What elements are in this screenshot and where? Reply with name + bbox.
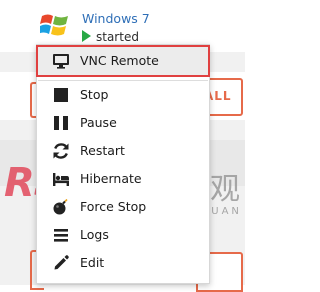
menu-item-label: Hibernate xyxy=(80,171,142,186)
menu-item-vnc-remote[interactable]: VNC Remote xyxy=(36,45,210,77)
menu-item-stop[interactable]: Stop xyxy=(38,81,208,109)
menu-item-label: Pause xyxy=(80,115,117,130)
menu-item-force-stop[interactable]: Force Stop xyxy=(38,193,208,221)
menu-item-label: Restart xyxy=(80,143,125,158)
windows-logo-icon xyxy=(40,14,68,36)
menu-item-edit[interactable]: Edit xyxy=(38,249,208,277)
menu-item-hibernate[interactable]: Hibernate xyxy=(38,165,208,193)
vm-name[interactable]: Windows 7 xyxy=(82,11,150,27)
bed-icon xyxy=(53,173,69,186)
vm-status-text: started xyxy=(96,30,139,44)
menu-item-label: Logs xyxy=(80,227,109,242)
menu-item-label: VNC Remote xyxy=(80,53,159,68)
menu-item-logs[interactable]: Logs xyxy=(38,221,208,249)
menu-item-label: Edit xyxy=(80,255,105,270)
menu-item-pause[interactable]: Pause xyxy=(38,109,208,137)
bomb-icon xyxy=(53,198,68,215)
play-icon xyxy=(82,30,91,42)
monitor-icon xyxy=(53,54,69,69)
vm-context-menu: VNC Remote Stop Pause Restart Hibernate … xyxy=(36,44,210,284)
restart-icon xyxy=(53,143,69,159)
stop-icon xyxy=(54,88,68,102)
vm-status: started xyxy=(82,30,139,44)
menu-item-label: Force Stop xyxy=(80,199,147,214)
menu-item-restart[interactable]: Restart xyxy=(38,137,208,165)
list-icon xyxy=(54,229,68,242)
pause-icon xyxy=(54,116,68,130)
pencil-icon xyxy=(54,255,69,270)
menu-item-label: Stop xyxy=(80,87,109,102)
